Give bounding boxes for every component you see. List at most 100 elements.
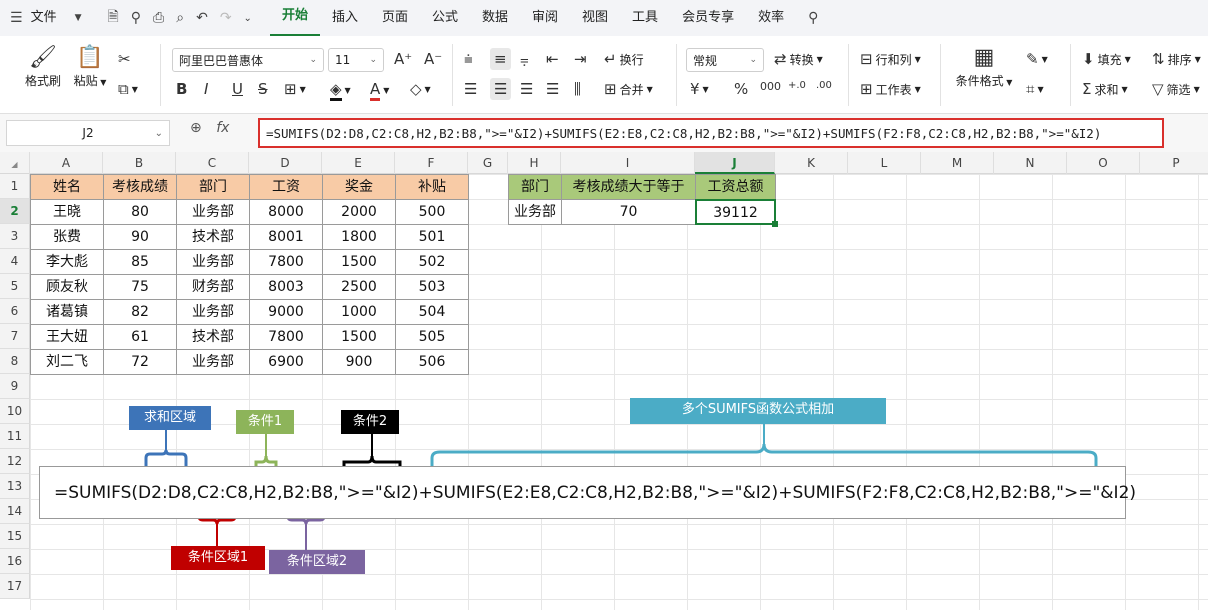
row-header[interactable]: 17 (0, 574, 30, 599)
conditional-format-button[interactable]: ▦ 条件格式 ▼ (950, 44, 1018, 89)
table-cell[interactable]: 7800 (249, 249, 323, 275)
share-icon[interactable]: ⚲ (125, 10, 147, 26)
column-header[interactable]: F (395, 152, 468, 174)
column-header[interactable]: K (775, 152, 848, 174)
column-header[interactable]: D (249, 152, 322, 174)
row-header[interactable]: 8 (0, 349, 30, 374)
redo-icon[interactable]: ↷ (214, 10, 238, 26)
table-cell[interactable]: 80 (103, 199, 177, 225)
percent-button[interactable]: % (734, 80, 748, 98)
table-header-cell[interactable]: 考核成绩 (103, 174, 177, 200)
table-cell[interactable]: 1000 (322, 299, 396, 325)
row-header[interactable]: 16 (0, 549, 30, 574)
outdent-button[interactable]: ⇤ (546, 50, 559, 68)
print-icon[interactable]: ⎙ (147, 10, 170, 26)
table-header-cell[interactable]: 工资 (249, 174, 323, 200)
table-cell[interactable]: 技术部 (176, 224, 250, 250)
table-cell[interactable]: 业务部 (176, 249, 250, 275)
tab-3[interactable]: 公式 (420, 0, 470, 36)
italic-button[interactable]: I (204, 80, 208, 98)
distributed-button[interactable]: ⫼ (574, 80, 581, 98)
column-header[interactable]: I (561, 152, 695, 174)
worksheet-button[interactable]: ⊞ 工作表 ▼ (860, 80, 921, 98)
column-header[interactable]: O (1067, 152, 1140, 174)
clear-button[interactable]: ◇ ▼ (410, 80, 431, 98)
fill-button[interactable]: ⬇ 填充 ▼ (1082, 50, 1131, 68)
column-header[interactable]: B (103, 152, 176, 174)
zoom-icon[interactable]: ⊕ (190, 120, 202, 136)
row-header[interactable]: 9 (0, 374, 30, 399)
table-cell[interactable]: 900 (322, 349, 396, 375)
formula-input[interactable]: =SUMIFS(D2:D8,C2:C8,H2,B2:B8,">="&I2)+SU… (258, 118, 1164, 148)
table-cell[interactable]: 2000 (322, 199, 396, 225)
align-top-button[interactable]: ⩧ (464, 50, 473, 68)
tab-1[interactable]: 插入 (320, 0, 370, 36)
table-cell[interactable]: 90 (103, 224, 177, 250)
font-size-select[interactable]: 11 ⌄ (328, 48, 384, 72)
row-header[interactable]: 11 (0, 424, 30, 449)
column-header[interactable]: N (994, 152, 1067, 174)
column-header[interactable]: A (30, 152, 103, 174)
tab-7[interactable]: 工具 (620, 0, 670, 36)
align-center-button[interactable]: ☰ (490, 78, 512, 100)
underline-button[interactable]: U (232, 80, 243, 98)
table-cell[interactable]: 刘二飞 (30, 349, 104, 375)
row-header[interactable]: 7 (0, 324, 30, 349)
table-cell[interactable]: 7800 (249, 324, 323, 350)
convert-button[interactable]: ⇄ 转换 ▼ (774, 50, 823, 68)
tab-2[interactable]: 页面 (370, 0, 420, 36)
select-all-corner[interactable]: ◢ (0, 152, 30, 174)
justify-button[interactable]: ☰ (546, 80, 559, 98)
table-header-cell[interactable]: 考核成绩大于等于 (561, 174, 696, 200)
column-header[interactable]: H (508, 152, 561, 174)
format-button[interactable]: ⌗ ▼ (1026, 80, 1044, 98)
align-left-button[interactable]: ☰ (464, 80, 477, 98)
table-cell[interactable]: 顾友秋 (30, 274, 104, 300)
table-cell[interactable]: 李大彪 (30, 249, 104, 275)
column-header[interactable]: P (1140, 152, 1208, 174)
table-cell[interactable]: 业务部 (176, 299, 250, 325)
table-cell[interactable]: 503 (395, 274, 469, 300)
undo-icon[interactable]: ↶ (190, 10, 214, 26)
menu-icon[interactable]: ☰ (0, 10, 29, 26)
row-header[interactable]: 5 (0, 274, 30, 299)
chevron-down-icon[interactable]: ▼ (69, 13, 88, 23)
align-right-button[interactable]: ☰ (520, 80, 533, 98)
row-header[interactable]: 15 (0, 524, 30, 549)
table-cell[interactable]: 505 (395, 324, 469, 350)
row-header[interactable]: 12 (0, 449, 30, 474)
column-header[interactable]: L (848, 152, 921, 174)
table-cell[interactable]: 85 (103, 249, 177, 275)
tab-0[interactable]: 开始 (269, 0, 320, 36)
row-header[interactable]: 1 (0, 174, 30, 199)
currency-button[interactable]: ¥ ▼ (690, 80, 709, 98)
table-cell[interactable]: 诸葛镇 (30, 299, 104, 325)
row-header[interactable]: 14 (0, 499, 30, 524)
table-header-cell[interactable]: 奖金 (322, 174, 396, 200)
copy-button[interactable]: ⧉ ▼ (118, 80, 138, 98)
active-cell[interactable]: 39112 (695, 199, 776, 225)
table-header-cell[interactable]: 姓名 (30, 174, 104, 200)
sort-button[interactable]: ⇅ 排序 ▼ (1152, 50, 1201, 68)
increase-decimal-button[interactable]: +.0 (788, 80, 806, 91)
increase-font-button[interactable]: A⁺ (394, 50, 412, 68)
table-cell[interactable]: 61 (103, 324, 177, 350)
row-header[interactable]: 10 (0, 399, 30, 424)
row-header[interactable]: 6 (0, 299, 30, 324)
fx-icon[interactable]: fx (216, 120, 229, 136)
filter-button[interactable]: ▽ 筛选 ▼ (1152, 80, 1200, 98)
align-middle-button[interactable]: ≡ (490, 48, 511, 70)
table-cell[interactable]: 财务部 (176, 274, 250, 300)
name-box[interactable]: J2 ⌄ (6, 120, 170, 146)
row-header[interactable]: 13 (0, 474, 30, 499)
table-cell[interactable]: 502 (395, 249, 469, 275)
save-icon[interactable]: 🗎 (102, 6, 125, 30)
table-cell[interactable]: 1800 (322, 224, 396, 250)
borders-button[interactable]: ⊞ ▼ (284, 80, 306, 98)
table-cell[interactable]: 500 (395, 199, 469, 225)
search-icon[interactable]: ⚲ (802, 10, 824, 26)
table-cell[interactable]: 8000 (249, 199, 323, 225)
table-header-cell[interactable]: 部门 (508, 174, 562, 200)
table-header-cell[interactable]: 补贴 (395, 174, 469, 200)
format-painter-button[interactable]: 🖌 格式刷 (22, 44, 64, 89)
